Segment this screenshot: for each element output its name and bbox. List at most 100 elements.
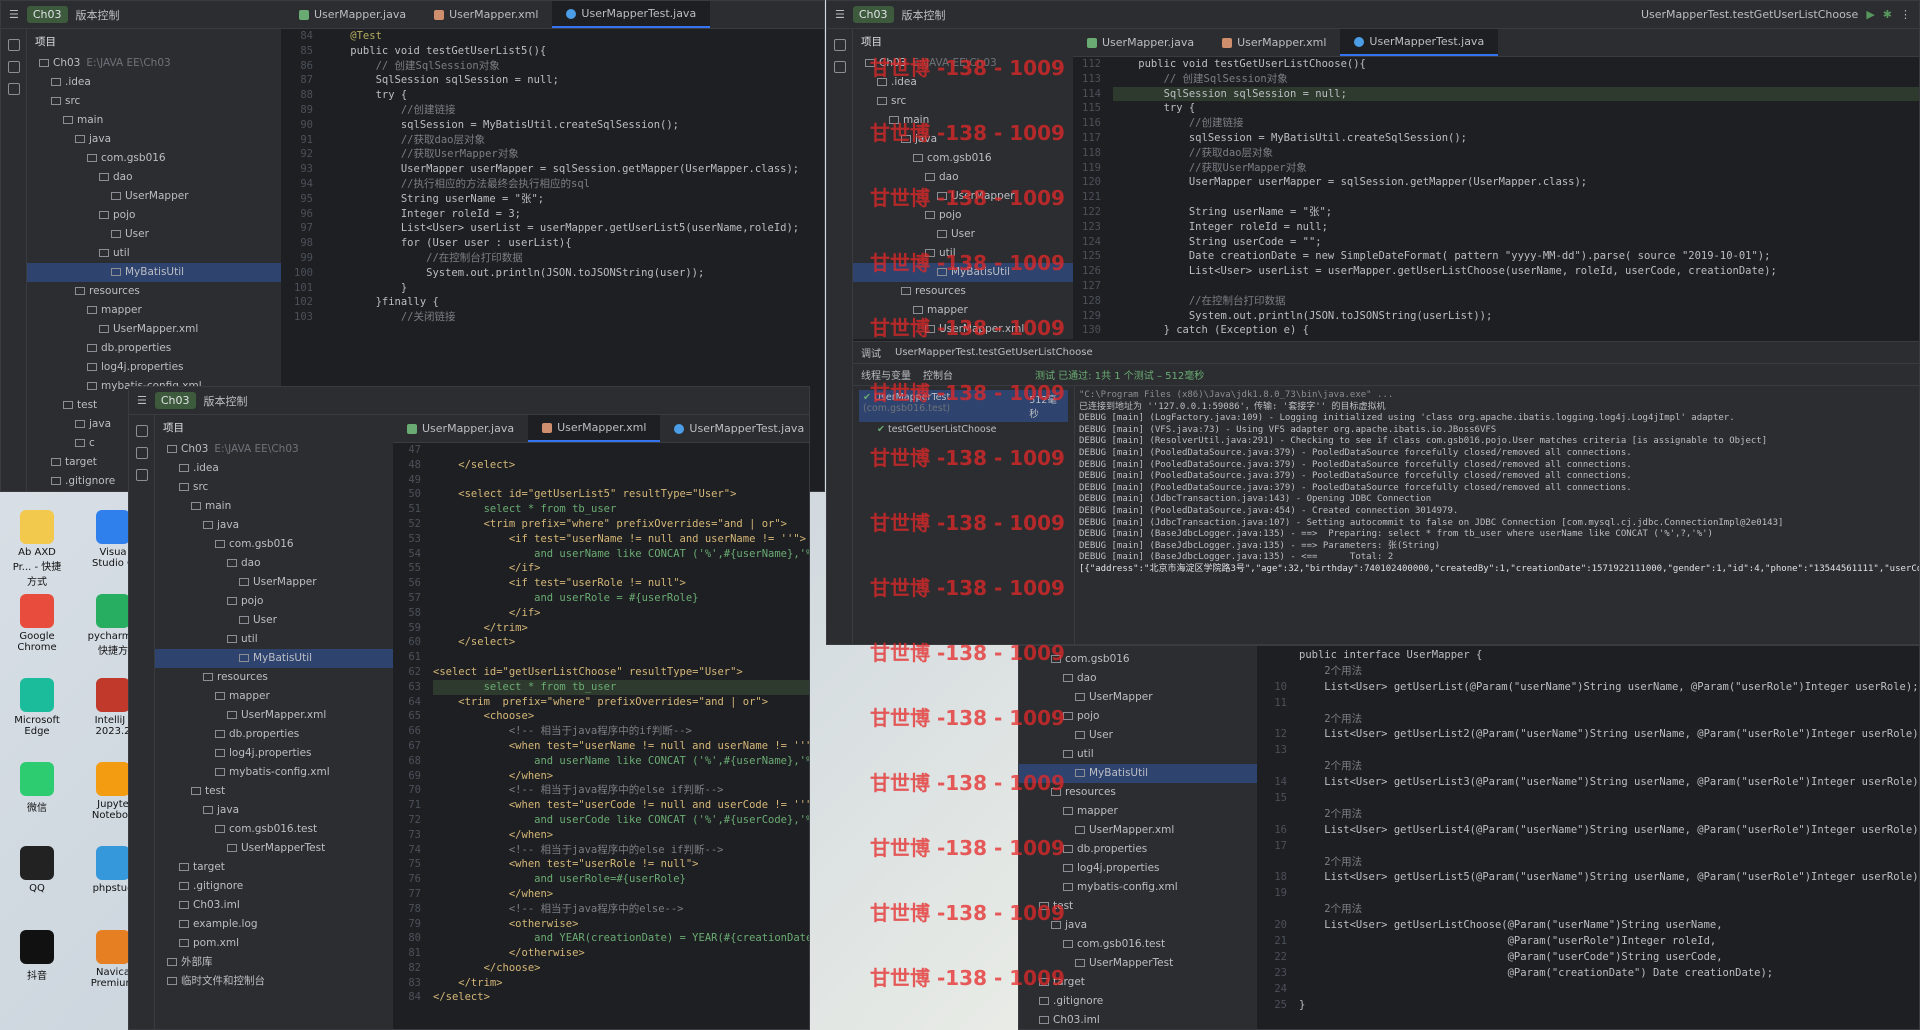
tree-node[interactable]: java: [853, 130, 1097, 149]
tree-node[interactable]: mybatis-config.xml: [1019, 878, 1257, 897]
tree-node[interactable]: .idea: [155, 459, 415, 478]
tree-node[interactable]: pom.xml: [155, 934, 415, 953]
tree-node[interactable]: db.properties: [1019, 840, 1257, 859]
project-switcher[interactable]: Ch03: [26, 6, 68, 23]
editor-tab[interactable]: UserMapper.java: [393, 415, 528, 442]
tree-node[interactable]: target: [155, 858, 415, 877]
editor-tab[interactable]: UserMapperTest.java: [552, 1, 711, 28]
run-config-selector[interactable]: UserMapperTest.testGetUserListChoose: [1641, 8, 1858, 21]
tree-node[interactable]: main: [155, 497, 415, 516]
tree-node[interactable]: MyBatisUtil: [155, 649, 415, 668]
tree-node[interactable]: test: [1019, 897, 1257, 916]
desktop-icon[interactable]: 抖音: [8, 930, 66, 982]
tree-node[interactable]: java: [1019, 916, 1257, 935]
tree-node[interactable]: util: [27, 244, 281, 263]
tree-node[interactable]: resources: [1019, 783, 1257, 802]
desktop-icon[interactable]: Ab AXD Pr... - 快捷方式: [8, 510, 66, 588]
tree-node[interactable]: dao: [853, 168, 1097, 187]
project-switcher[interactable]: Ch03: [852, 6, 894, 23]
desktop-icon[interactable]: QQ: [8, 846, 66, 894]
editor-tab[interactable]: UserMapper.java: [285, 1, 420, 28]
tree-node[interactable]: UserMapper: [27, 187, 281, 206]
java-editor[interactable]: 10 11 12 13 14 15 16 17 18 19 20 21 22 23 24 25 public …: [1259, 646, 1919, 1029]
tree-node[interactable]: UserMapper: [155, 573, 415, 592]
tree-node[interactable]: Ch03 E:\JAVA EE\Ch03: [27, 54, 281, 73]
tree-node[interactable]: target: [1019, 973, 1257, 992]
tree-node[interactable]: mapper: [853, 301, 1097, 320]
tree-node[interactable]: resources: [155, 668, 415, 687]
tree-node[interactable]: UserMapper: [1019, 688, 1257, 707]
tree-node[interactable]: test: [155, 782, 415, 801]
tree-node[interactable]: .idea: [27, 73, 281, 92]
tree-node[interactable]: log4j.properties: [27, 358, 281, 377]
tree-node[interactable]: UserMapper.xml: [853, 320, 1097, 339]
test-suite-row[interactable]: ✔ UserMapperTest (com.gsb016.test) 512毫秒: [859, 390, 1068, 422]
tree-node[interactable]: Ch03.iml: [1019, 1011, 1257, 1029]
tree-node[interactable]: User: [1019, 726, 1257, 745]
structure-icon[interactable]: [833, 61, 846, 73]
tree-node[interactable]: User: [155, 611, 415, 630]
console-tab[interactable]: 控制台: [923, 367, 953, 382]
structure-icon[interactable]: [135, 447, 148, 459]
tree-node[interactable]: UserMapper.xml: [1019, 821, 1257, 840]
tree-node[interactable]: com.gsb016: [27, 149, 281, 168]
tree-node[interactable]: log4j.properties: [155, 744, 415, 763]
editor-tab[interactable]: UserMapperTest.java: [660, 415, 809, 442]
tree-node[interactable]: UserMapperTest: [1019, 954, 1257, 973]
debug-icon[interactable]: ✱: [1883, 8, 1892, 21]
tree-node[interactable]: UserMapper.xml: [155, 706, 415, 725]
desktop-icon[interactable]: 微信: [8, 762, 66, 814]
vcs-menu[interactable]: 版本控制: [204, 393, 248, 409]
tree-node[interactable]: example.log: [155, 915, 415, 934]
tree-node[interactable]: src: [155, 478, 415, 497]
tree-node[interactable]: pojo: [853, 206, 1097, 225]
folder-icon[interactable]: [7, 39, 20, 51]
folder-icon[interactable]: [135, 425, 148, 437]
tree-node[interactable]: User: [27, 225, 281, 244]
xml-editor[interactable]: 47 48 49 50 51 52 53 54 55 56 57 58 59 60 61 62 63 64 65 66…: [393, 443, 809, 1029]
tree-node[interactable]: db.properties: [27, 339, 281, 358]
tree-node[interactable]: mapper: [27, 301, 281, 320]
tree-node[interactable]: Ch03 E:\JAVA EE\Ch03: [853, 54, 1097, 73]
tree-node[interactable]: resources: [27, 282, 281, 301]
tree-node[interactable]: pojo: [27, 206, 281, 225]
run-tab[interactable]: UserMapperTest.testGetUserListChoose: [895, 347, 1093, 358]
threads-tab[interactable]: 线程与变量: [861, 367, 911, 382]
tree-node[interactable]: pojo: [155, 592, 415, 611]
tree-node[interactable]: MyBatisUtil: [1019, 764, 1257, 783]
editor-tab[interactable]: UserMapper.xml: [1208, 29, 1340, 56]
tree-node[interactable]: util: [1019, 745, 1257, 764]
tree-node[interactable]: com.gsb016.test: [155, 820, 415, 839]
more-icon[interactable]: [7, 83, 20, 95]
tree-node[interactable]: pojo: [1019, 707, 1257, 726]
editor-tab[interactable]: UserMapper.xml: [420, 1, 552, 28]
vcs-menu[interactable]: 版本控制: [902, 7, 946, 23]
menu-icon[interactable]: ☰: [835, 8, 845, 21]
tree-node[interactable]: MyBatisUtil: [27, 263, 281, 282]
tree-node[interactable]: resources: [853, 282, 1097, 301]
tree-node[interactable]: dao: [27, 168, 281, 187]
tree-node[interactable]: main: [853, 111, 1097, 130]
tree-node[interactable]: mapper: [1019, 802, 1257, 821]
more-icon[interactable]: [135, 469, 148, 481]
tree-node[interactable]: main: [27, 111, 281, 130]
tree-node[interactable]: .idea: [853, 73, 1097, 92]
tree-node[interactable]: mybatis-config.xml: [155, 763, 415, 782]
tree-node[interactable]: 临时文件和控制台: [155, 972, 415, 991]
tree-node[interactable]: UserMapper: [853, 187, 1097, 206]
tree-node[interactable]: com.gsb016.test: [1019, 935, 1257, 954]
tree-node[interactable]: log4j.properties: [1019, 859, 1257, 878]
vcs-menu[interactable]: 版本控制: [76, 7, 120, 23]
tree-node[interactable]: Ch03 E:\JAVA EE\Ch03: [155, 440, 415, 459]
run-icon[interactable]: ▶: [1866, 8, 1874, 21]
tree-node[interactable]: User: [853, 225, 1097, 244]
folder-icon[interactable]: [833, 39, 846, 51]
tree-node[interactable]: dao: [1019, 669, 1257, 688]
tree-node[interactable]: MyBatisUtil: [853, 263, 1097, 282]
tree-node[interactable]: util: [155, 630, 415, 649]
editor-tab[interactable]: UserMapper.java: [1073, 29, 1208, 56]
tree-node[interactable]: Ch03.iml: [155, 896, 415, 915]
tree-node[interactable]: UserMapper.xml: [27, 320, 281, 339]
tree-node[interactable]: UserMapperTest: [155, 839, 415, 858]
tree-node[interactable]: src: [853, 92, 1097, 111]
